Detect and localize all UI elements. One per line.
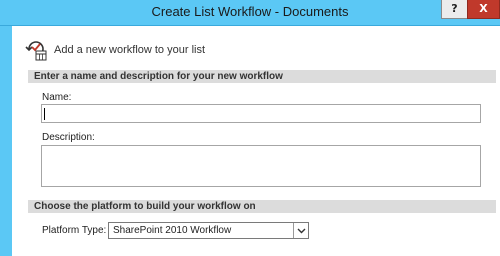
title-bar: Create List Workflow - Documents ? X (0, 0, 500, 26)
platform-type-label: Platform Type: (42, 225, 107, 236)
section-header-platform: Choose the platform to build your workfl… (28, 200, 496, 213)
dialog-content: Add a new workflow to your list Enter a … (12, 26, 500, 256)
close-button[interactable]: X (467, 0, 500, 19)
workflow-icon (24, 38, 48, 62)
name-input[interactable] (41, 104, 481, 123)
window-title: Create List Workflow - Documents (151, 4, 349, 19)
description-label: Description: (42, 132, 95, 143)
window-frame (0, 26, 12, 256)
text-caret (44, 108, 45, 120)
dialog-heading: Add a new workflow to your list (54, 44, 206, 56)
chevron-down-icon[interactable] (293, 223, 308, 238)
section-header-name-description: Enter a name and description for your ne… (28, 70, 496, 83)
name-label: Name: (42, 92, 72, 103)
platform-type-value: SharePoint 2010 Workflow (113, 225, 232, 236)
platform-type-select[interactable]: SharePoint 2010 Workflow (108, 222, 309, 239)
help-button[interactable]: ? (441, 0, 468, 19)
description-input[interactable] (41, 145, 481, 187)
